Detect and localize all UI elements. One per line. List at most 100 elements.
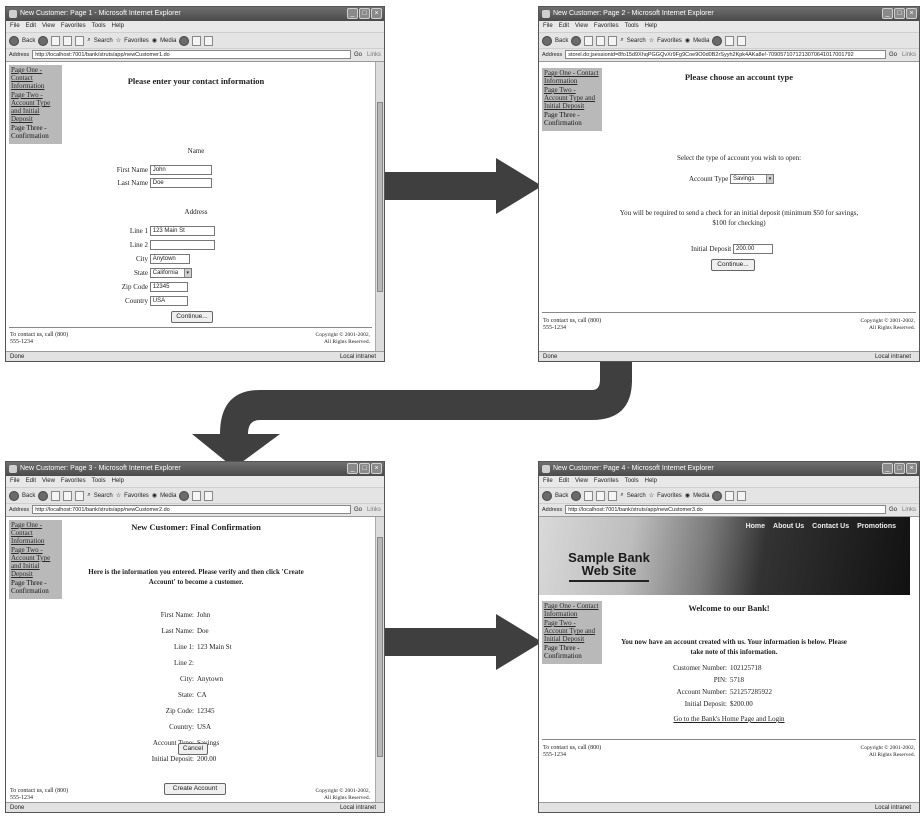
sidebar-item-page-one[interactable]: Page One - Contact Information xyxy=(11,66,60,90)
go-button[interactable]: Go xyxy=(354,52,362,58)
go-button[interactable]: Go xyxy=(354,507,362,513)
back-label[interactable]: Back xyxy=(22,493,35,499)
back-label[interactable]: Back xyxy=(555,493,568,499)
home-icon[interactable] xyxy=(75,35,85,46)
mail-icon[interactable] xyxy=(725,35,735,46)
menu-help[interactable]: Help xyxy=(112,478,124,484)
search-label[interactable]: Search xyxy=(627,493,646,499)
zip-input[interactable]: 12345 xyxy=(149,282,188,292)
history-icon[interactable] xyxy=(712,35,723,46)
menu-tools[interactable]: Tools xyxy=(92,23,106,29)
favorites-icon[interactable]: ☆ xyxy=(649,37,654,44)
media-icon[interactable]: ◉ xyxy=(685,37,690,44)
refresh-icon[interactable] xyxy=(596,35,606,46)
vertical-scrollbar[interactable] xyxy=(375,517,384,802)
address-field[interactable]: http://localhost:7001/bank/struts/app/ne… xyxy=(32,50,351,59)
print-icon[interactable] xyxy=(204,490,214,501)
back-icon[interactable] xyxy=(9,35,19,46)
media-icon[interactable]: ◉ xyxy=(152,492,157,499)
close-button[interactable]: × xyxy=(906,463,917,474)
nav-contact-us[interactable]: Contact Us xyxy=(812,523,849,530)
stop-icon[interactable] xyxy=(584,35,594,46)
back-icon[interactable] xyxy=(542,490,552,501)
menu-edit[interactable]: Edit xyxy=(559,23,569,29)
menu-file[interactable]: File xyxy=(543,478,553,484)
media-label[interactable]: Media xyxy=(693,493,709,499)
print-icon[interactable] xyxy=(737,35,747,46)
back-label[interactable]: Back xyxy=(22,38,35,44)
mail-icon[interactable] xyxy=(192,490,202,501)
menu-favorites[interactable]: Favorites xyxy=(594,478,619,484)
back-label[interactable]: Back xyxy=(555,38,568,44)
favorites-label[interactable]: Favorites xyxy=(657,38,682,44)
sidebar-item-page-one[interactable]: Page One - Contact Information xyxy=(544,602,600,618)
menu-tools[interactable]: Tools xyxy=(625,478,639,484)
media-label[interactable]: Media xyxy=(160,493,176,499)
menu-file[interactable]: File xyxy=(10,478,20,484)
minimize-button[interactable]: _ xyxy=(347,8,358,19)
history-icon[interactable] xyxy=(712,490,723,501)
stop-icon[interactable] xyxy=(51,35,61,46)
close-button[interactable]: × xyxy=(371,8,382,19)
media-icon[interactable]: ◉ xyxy=(685,492,690,499)
address-field[interactable]: http://localhost:7001/bank/struts/app/ne… xyxy=(32,505,351,514)
menu-edit[interactable]: Edit xyxy=(26,478,36,484)
scrollbar-thumb[interactable] xyxy=(377,537,383,757)
menu-edit[interactable]: Edit xyxy=(26,23,36,29)
forward-icon[interactable] xyxy=(571,490,582,501)
minimize-button[interactable]: _ xyxy=(882,8,893,19)
sidebar-item-page-one[interactable]: Page One - Contact Information xyxy=(11,521,60,545)
maximize-button[interactable]: □ xyxy=(359,463,370,474)
go-button[interactable]: Go xyxy=(889,507,897,513)
links-label[interactable]: Links xyxy=(902,507,916,513)
close-button[interactable]: × xyxy=(906,8,917,19)
history-icon[interactable] xyxy=(179,490,190,501)
nav-about-us[interactable]: About Us xyxy=(773,523,804,530)
menu-view[interactable]: View xyxy=(42,478,55,484)
menu-favorites[interactable]: Favorites xyxy=(594,23,619,29)
forward-icon[interactable] xyxy=(571,35,582,46)
mail-icon[interactable] xyxy=(725,490,735,501)
sidebar-item-page-two[interactable]: Page Two - Account Type and Initial Depo… xyxy=(11,91,60,123)
continue-button[interactable]: Continue... xyxy=(711,259,755,271)
media-icon[interactable]: ◉ xyxy=(152,37,157,44)
links-label[interactable]: Links xyxy=(902,52,916,58)
back-icon[interactable] xyxy=(9,490,19,501)
favorites-icon[interactable]: ☆ xyxy=(116,37,121,44)
menu-file[interactable]: File xyxy=(10,23,20,29)
continue-button[interactable]: Continue... xyxy=(171,311,213,323)
search-icon[interactable]: ⌕ xyxy=(87,492,90,499)
maximize-button[interactable]: □ xyxy=(894,8,905,19)
state-select[interactable]: California ▾ xyxy=(149,268,192,278)
stop-icon[interactable] xyxy=(584,490,594,501)
favorites-label[interactable]: Favorites xyxy=(124,38,149,44)
sidebar-item-page-two[interactable]: Page Two - Account Type and Initial Depo… xyxy=(544,619,600,643)
forward-icon[interactable] xyxy=(38,35,49,46)
search-label[interactable]: Search xyxy=(94,38,113,44)
back-icon[interactable] xyxy=(542,35,552,46)
sidebar-item-page-one[interactable]: Page One - Contact Information xyxy=(544,69,600,85)
city-input[interactable]: Anytown xyxy=(149,254,190,264)
first-name-input[interactable]: John xyxy=(149,165,212,175)
favorites-icon[interactable]: ☆ xyxy=(116,492,121,499)
menu-tools[interactable]: Tools xyxy=(92,478,106,484)
maximize-button[interactable]: □ xyxy=(359,8,370,19)
search-icon[interactable]: ⌕ xyxy=(87,37,90,44)
menu-tools[interactable]: Tools xyxy=(625,23,639,29)
go-button[interactable]: Go xyxy=(889,52,897,58)
vertical-scrollbar[interactable] xyxy=(375,62,384,351)
refresh-icon[interactable] xyxy=(63,490,73,501)
mail-icon[interactable] xyxy=(192,35,202,46)
menu-help[interactable]: Help xyxy=(645,23,657,29)
last-name-input[interactable]: Doe xyxy=(149,178,212,188)
address-field[interactable]: http://localhost:7001/bank/struts/app/ne… xyxy=(565,505,886,514)
favorites-label[interactable]: Favorites xyxy=(124,493,149,499)
chevron-down-icon[interactable]: ▾ xyxy=(765,175,773,183)
sidebar-item-page-two[interactable]: Page Two - Account Type and Initial Depo… xyxy=(544,86,600,110)
nav-promotions[interactable]: Promotions xyxy=(857,523,896,530)
menu-edit[interactable]: Edit xyxy=(559,478,569,484)
refresh-icon[interactable] xyxy=(63,35,73,46)
maximize-button[interactable]: □ xyxy=(894,463,905,474)
account-type-select[interactable]: Savings ▾ xyxy=(729,174,774,184)
initial-deposit-input[interactable]: 200.00 xyxy=(733,244,773,254)
